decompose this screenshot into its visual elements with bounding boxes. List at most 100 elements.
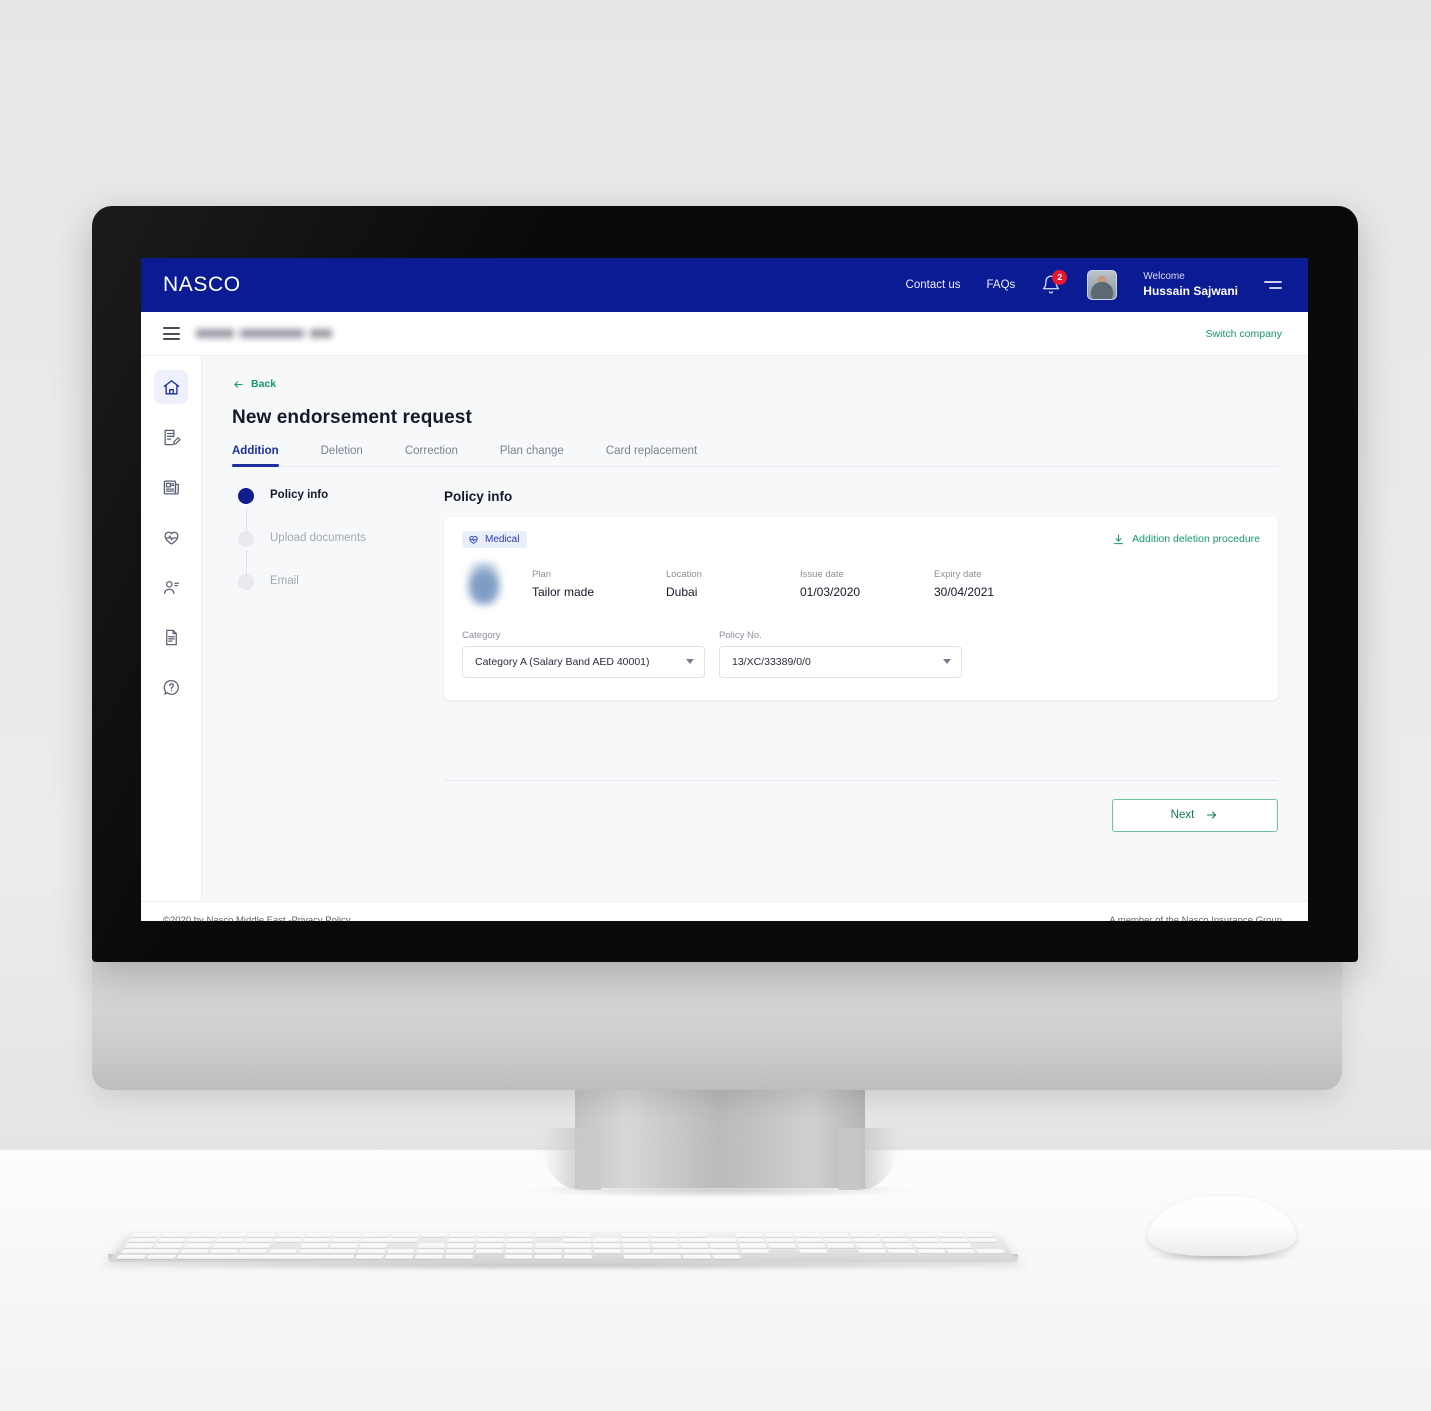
notification-badge: 2 <box>1052 270 1068 285</box>
policy-no-field-group: Policy No. 13/XC/33389/0/0 <box>719 630 962 678</box>
company-name-redacted <box>196 329 332 338</box>
field-value: Dubai <box>666 584 698 599</box>
policy-summary-row: Plan Tailor made Location Dubai Issue da… <box>462 561 1260 606</box>
sidebar-item-news[interactable] <box>154 470 188 504</box>
step-label: Email <box>270 574 299 587</box>
policy-card: Medical Addition deletion procedure Plan… <box>444 516 1278 700</box>
copyright-text: ©2020 by Nasco Middle East - <box>163 915 292 921</box>
step-connector <box>245 550 247 574</box>
top-navigation-bar: NASCO Contact us FAQs 2 Welcome Hussain … <box>141 258 1308 312</box>
field-issue-date: Issue date 01/03/2020 <box>800 569 934 599</box>
policy-no-select[interactable]: 13/XC/33389/0/0 <box>719 645 962 678</box>
tab-plan-change[interactable]: Plan change <box>500 445 564 466</box>
field-plan: Plan Tailor made <box>532 569 666 599</box>
policy-info-panel: Policy info Medical Addition deletion pr… <box>444 489 1278 832</box>
faqs-link[interactable]: FAQs <box>987 279 1016 291</box>
panel-title: Policy info <box>444 488 513 504</box>
product-photo-scene: NASCO Contact us FAQs 2 Welcome Hussain … <box>0 0 1431 1411</box>
avatar[interactable] <box>1087 270 1118 300</box>
sidebar-toggle-icon[interactable] <box>163 327 180 340</box>
download-icon <box>1114 533 1124 544</box>
field-label: Location <box>666 568 702 580</box>
field-label: Expiry date <box>934 568 982 580</box>
top-navigation-right: Contact us FAQs 2 Welcome Hussain Sajwan… <box>906 270 1282 300</box>
step-upload-documents[interactable]: Upload documents <box>238 530 444 575</box>
monitor-chin <box>92 955 1342 1090</box>
procedure-link-label: Addition deletion procedure <box>1132 533 1260 545</box>
app-shell: Back New endorsement request Addition De… <box>141 356 1308 901</box>
file-icon <box>165 629 177 645</box>
arrow-left-icon <box>234 380 243 388</box>
step-label: Upload documents <box>270 531 366 544</box>
back-link[interactable]: Back <box>232 378 276 390</box>
procedure-download-link[interactable]: Addition deletion procedure <box>1112 533 1260 546</box>
policy-selects: Category Category A (Salary Band AED 400… <box>462 630 1260 678</box>
stepper: Policy info Upload documents Email <box>232 487 444 832</box>
company-bar: Switch company <box>141 312 1308 356</box>
user-name: Hussain Sajwani <box>1143 283 1238 298</box>
page-footer: ©2020 by Nasco Middle East - Privacy Pol… <box>141 901 1308 921</box>
sidebar-item-home[interactable] <box>154 370 188 404</box>
help-icon <box>163 679 179 695</box>
tab-correction[interactable]: Correction <box>405 445 458 466</box>
home-icon <box>163 379 179 395</box>
next-button-label: Next <box>1170 809 1195 821</box>
privacy-policy-link[interactable]: Privacy Policy <box>291 915 350 921</box>
step-dot <box>238 487 254 504</box>
category-value: Category A (Salary Band AED 40001) <box>475 655 650 668</box>
sidebar-item-help[interactable] <box>154 670 188 704</box>
main-content: Back New endorsement request Addition De… <box>202 356 1308 901</box>
heart-pulse-icon <box>469 535 478 544</box>
status-badge: Medical <box>462 530 528 548</box>
step-email[interactable]: Email <box>238 573 444 618</box>
category-label: Category <box>462 629 501 641</box>
field-location: Location Dubai <box>666 569 800 599</box>
welcome-block[interactable]: Welcome Hussain Sajwani <box>1143 271 1238 299</box>
field-value: 30/04/2021 <box>934 584 995 599</box>
step-dot <box>238 530 254 547</box>
tab-card-replacement[interactable]: Card replacement <box>606 445 697 466</box>
back-label: Back <box>251 378 277 390</box>
sidebar-item-medical[interactable] <box>154 520 188 554</box>
user-list-icon <box>163 580 179 594</box>
endorsement-type-tabs: Addition Deletion Correction Plan change… <box>232 445 1278 467</box>
step-connector <box>245 507 247 531</box>
status-badge-label: Medical <box>485 533 520 545</box>
screen-content: NASCO Contact us FAQs 2 Welcome Hussain … <box>141 258 1308 921</box>
account-menu-icon[interactable] <box>1264 281 1282 289</box>
monitor-stand-neck <box>575 1080 865 1188</box>
tab-addition[interactable]: Addition <box>232 445 279 467</box>
field-expiry-date: Expiry date 30/04/2021 <box>934 569 1068 599</box>
step-dot <box>238 573 254 590</box>
next-button[interactable]: Next <box>1112 798 1278 832</box>
step-label: Policy info <box>270 488 329 501</box>
member-text: A member of the Nasco Insurance Group <box>1109 915 1282 921</box>
keyboard <box>108 1231 1018 1262</box>
field-label: Plan <box>532 568 552 580</box>
field-value: 01/03/2020 <box>800 584 861 599</box>
switch-company-link[interactable]: Switch company <box>1206 328 1282 340</box>
sidebar-item-requests[interactable] <box>154 420 188 454</box>
heart-pulse-icon <box>164 531 178 545</box>
notifications-button[interactable]: 2 <box>1041 270 1068 296</box>
contact-us-link[interactable]: Contact us <box>906 279 961 291</box>
chevron-down-icon <box>686 659 694 664</box>
nasco-logo[interactable]: NASCO <box>163 273 241 297</box>
sidebar-item-members[interactable] <box>154 570 188 604</box>
keyboard-keys <box>116 1233 1010 1259</box>
arrow-right-icon <box>1207 811 1217 819</box>
chevron-down-icon <box>943 659 951 664</box>
news-icon <box>163 480 179 494</box>
step-policy-info[interactable]: Policy info <box>238 487 444 532</box>
category-field-group: Category Category A (Salary Band AED 400… <box>462 630 705 678</box>
policy-no-value: 13/XC/33389/0/0 <box>732 655 811 668</box>
policy-logo-thumbnail <box>462 561 506 606</box>
policy-no-label: Policy No. <box>719 629 762 641</box>
form-actions: Next <box>444 781 1278 832</box>
sidebar-item-documents[interactable] <box>154 620 188 654</box>
tab-deletion[interactable]: Deletion <box>321 445 363 466</box>
field-label: Issue date <box>800 568 844 580</box>
category-select[interactable]: Category A (Salary Band AED 40001) <box>462 645 705 678</box>
workflow-area: Policy info Upload documents Email Polic… <box>232 467 1278 832</box>
page-title: New endorsement request <box>232 406 472 428</box>
